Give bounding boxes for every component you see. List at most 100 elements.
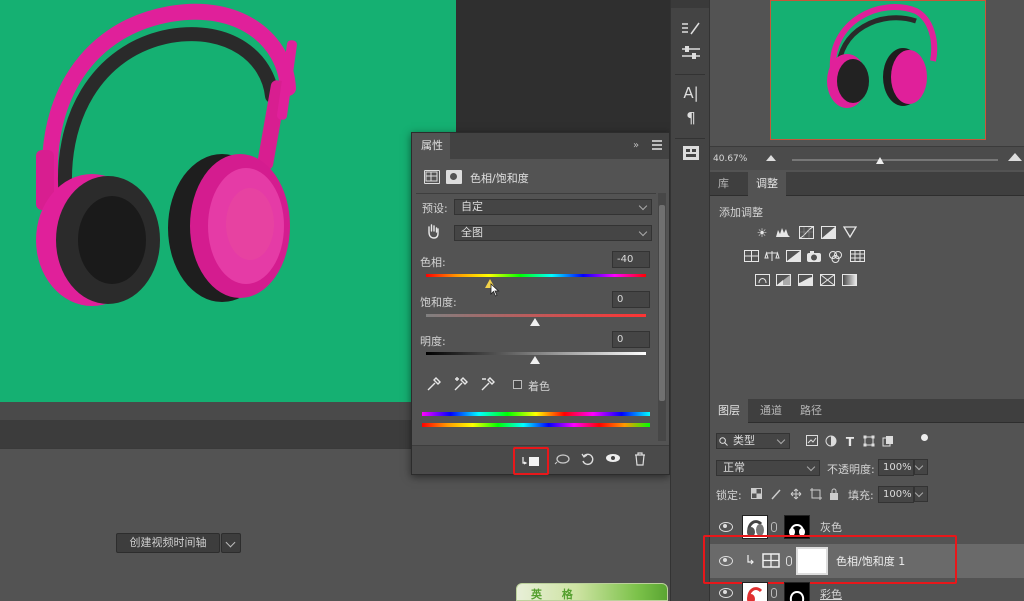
paragraph-icon[interactable]: ¶ bbox=[677, 107, 705, 129]
hue-value-field[interactable]: -40 bbox=[612, 251, 650, 268]
lightness-value-field[interactable]: 0 bbox=[612, 331, 650, 348]
vibrance-icon[interactable] bbox=[842, 226, 858, 240]
channel-mixer-icon[interactable] bbox=[827, 250, 843, 264]
zoom-value[interactable]: 40.67% bbox=[713, 154, 747, 164]
headphones-image bbox=[36, 3, 298, 306]
opacity-dropdown[interactable] bbox=[914, 459, 928, 475]
visibility-eye-icon[interactable] bbox=[604, 452, 622, 468]
opacity-field[interactable]: 100% bbox=[878, 459, 914, 476]
zoom-out-icon[interactable] bbox=[766, 155, 776, 161]
tab-paths[interactable]: 路径 bbox=[792, 399, 830, 423]
highlight-box bbox=[703, 535, 957, 584]
blend-mode-select[interactable]: 正常 bbox=[716, 460, 820, 476]
targeted-adjustment-hand-icon[interactable] bbox=[425, 223, 441, 239]
selective-color-icon[interactable] bbox=[819, 274, 835, 288]
hue-slider-track[interactable] bbox=[426, 274, 646, 277]
lock-position-icon[interactable] bbox=[788, 488, 804, 502]
photo-filter-icon[interactable] bbox=[806, 250, 822, 264]
collapse-icon[interactable]: » bbox=[633, 140, 639, 151]
tab-channels[interactable]: 通道 bbox=[752, 399, 790, 423]
gradient-map-icon[interactable] bbox=[841, 274, 857, 288]
channel-select[interactable]: 全图 bbox=[454, 225, 652, 241]
zoom-in-icon[interactable] bbox=[1008, 153, 1022, 161]
hue-saturation-icon[interactable] bbox=[743, 250, 759, 264]
clip-to-layer-button[interactable] bbox=[513, 447, 549, 475]
layer-row-color[interactable]: 彩色 bbox=[710, 580, 1024, 601]
strip-divider bbox=[675, 138, 705, 139]
add-adjustment-label: 添加调整 bbox=[719, 206, 763, 219]
filter-toggle-icon[interactable] bbox=[921, 434, 928, 441]
invert-icon[interactable] bbox=[754, 274, 770, 288]
tab-properties[interactable]: 属性 bbox=[412, 133, 450, 159]
navigator-zoom-bar: 40.67% bbox=[710, 146, 1024, 170]
exposure-icon[interactable] bbox=[820, 226, 836, 240]
saturation-slider-thumb[interactable] bbox=[530, 318, 540, 326]
saturation-slider-track[interactable] bbox=[426, 314, 646, 317]
zoom-slider-track[interactable] bbox=[792, 159, 998, 161]
hue-label: 色相: bbox=[420, 256, 446, 269]
navigator-preview[interactable] bbox=[770, 0, 986, 140]
view-previous-state-icon[interactable] bbox=[554, 452, 572, 468]
character-icon[interactable]: A| bbox=[677, 82, 705, 104]
eyedropper-add-icon[interactable] bbox=[453, 376, 469, 392]
properties-panel-icon[interactable] bbox=[677, 144, 705, 166]
document-canvas[interactable] bbox=[0, 0, 456, 402]
colorize-checkbox[interactable] bbox=[513, 380, 522, 389]
right-panels: 40.67% 库 调整 添加调整 ☀ 图层 通道 路径 类型 T 正常 不透明度… bbox=[703, 0, 1024, 601]
layer-mask-icon[interactable] bbox=[446, 170, 462, 184]
properties-scrollbar-thumb[interactable] bbox=[659, 205, 665, 401]
panel-menu-icon[interactable] bbox=[652, 140, 662, 150]
filter-type-icon[interactable]: T bbox=[842, 435, 858, 449]
lightness-slider-thumb[interactable] bbox=[530, 356, 540, 364]
chain-link-icon[interactable] bbox=[771, 522, 777, 532]
lock-transparent-icon[interactable] bbox=[748, 488, 764, 502]
saturation-value-field[interactable]: 0 bbox=[612, 291, 650, 308]
colorize-label: 着色 bbox=[528, 380, 550, 393]
lock-image-brush-icon[interactable] bbox=[768, 488, 784, 502]
filter-adjustment-icon[interactable] bbox=[823, 435, 839, 449]
color-balance-icon[interactable] bbox=[764, 250, 780, 264]
layer-filter-label: 类型 bbox=[733, 434, 755, 447]
fill-field[interactable]: 100% bbox=[878, 486, 914, 503]
navigator-headphones bbox=[827, 4, 938, 108]
filter-shape-icon[interactable] bbox=[861, 435, 877, 449]
eyedropper-subtract-icon[interactable] bbox=[480, 376, 496, 392]
trash-icon[interactable] bbox=[631, 452, 649, 468]
layer-visibility-eye-icon[interactable] bbox=[719, 588, 733, 598]
filter-smart-object-icon[interactable] bbox=[880, 435, 896, 449]
tutorial-thumbnail: 英 格 bbox=[516, 583, 668, 601]
lock-all-icon[interactable] bbox=[826, 488, 842, 502]
brush-settings-icon[interactable] bbox=[677, 20, 705, 42]
brightness-icon[interactable]: ☀ bbox=[754, 226, 770, 240]
tab-layers[interactable]: 图层 bbox=[710, 399, 748, 423]
properties-footer bbox=[412, 445, 669, 475]
eyedropper-icon[interactable] bbox=[426, 376, 442, 392]
adjustment-layer-icon[interactable] bbox=[424, 170, 440, 184]
create-video-timeline-button[interactable]: 创建视频时间轴 bbox=[116, 533, 220, 553]
layer-visibility-eye-icon[interactable] bbox=[719, 522, 733, 532]
tab-adjustments[interactable]: 调整 bbox=[748, 172, 786, 196]
filter-pixel-icon[interactable] bbox=[804, 435, 820, 449]
adjust-sliders-icon[interactable] bbox=[677, 45, 705, 67]
saturation-label: 饱和度: bbox=[420, 296, 457, 309]
color-lookup-icon[interactable] bbox=[849, 250, 865, 264]
zoom-slider-thumb[interactable] bbox=[876, 157, 884, 164]
reset-icon[interactable] bbox=[579, 452, 597, 468]
chain-link-icon[interactable] bbox=[771, 588, 777, 598]
timeline-dropdown-button[interactable] bbox=[221, 533, 241, 553]
pasteboard bbox=[456, 0, 670, 132]
black-white-icon[interactable] bbox=[785, 250, 801, 264]
levels-icon[interactable] bbox=[775, 226, 791, 240]
lightness-slider-track[interactable] bbox=[426, 352, 646, 355]
preset-select[interactable]: 自定 bbox=[454, 199, 652, 215]
output-spectrum-bar bbox=[422, 423, 650, 427]
tab-libraries[interactable]: 库 bbox=[710, 172, 737, 196]
lock-label: 锁定: bbox=[716, 489, 742, 502]
fill-dropdown[interactable] bbox=[914, 486, 928, 502]
threshold-icon[interactable] bbox=[797, 274, 813, 288]
opacity-label: 不透明度: bbox=[827, 463, 875, 476]
curves-icon[interactable] bbox=[798, 226, 814, 240]
posterize-icon[interactable] bbox=[775, 274, 791, 288]
lock-artboard-icon[interactable] bbox=[808, 488, 824, 502]
panel-icon-strip: A| ¶ bbox=[670, 0, 710, 601]
